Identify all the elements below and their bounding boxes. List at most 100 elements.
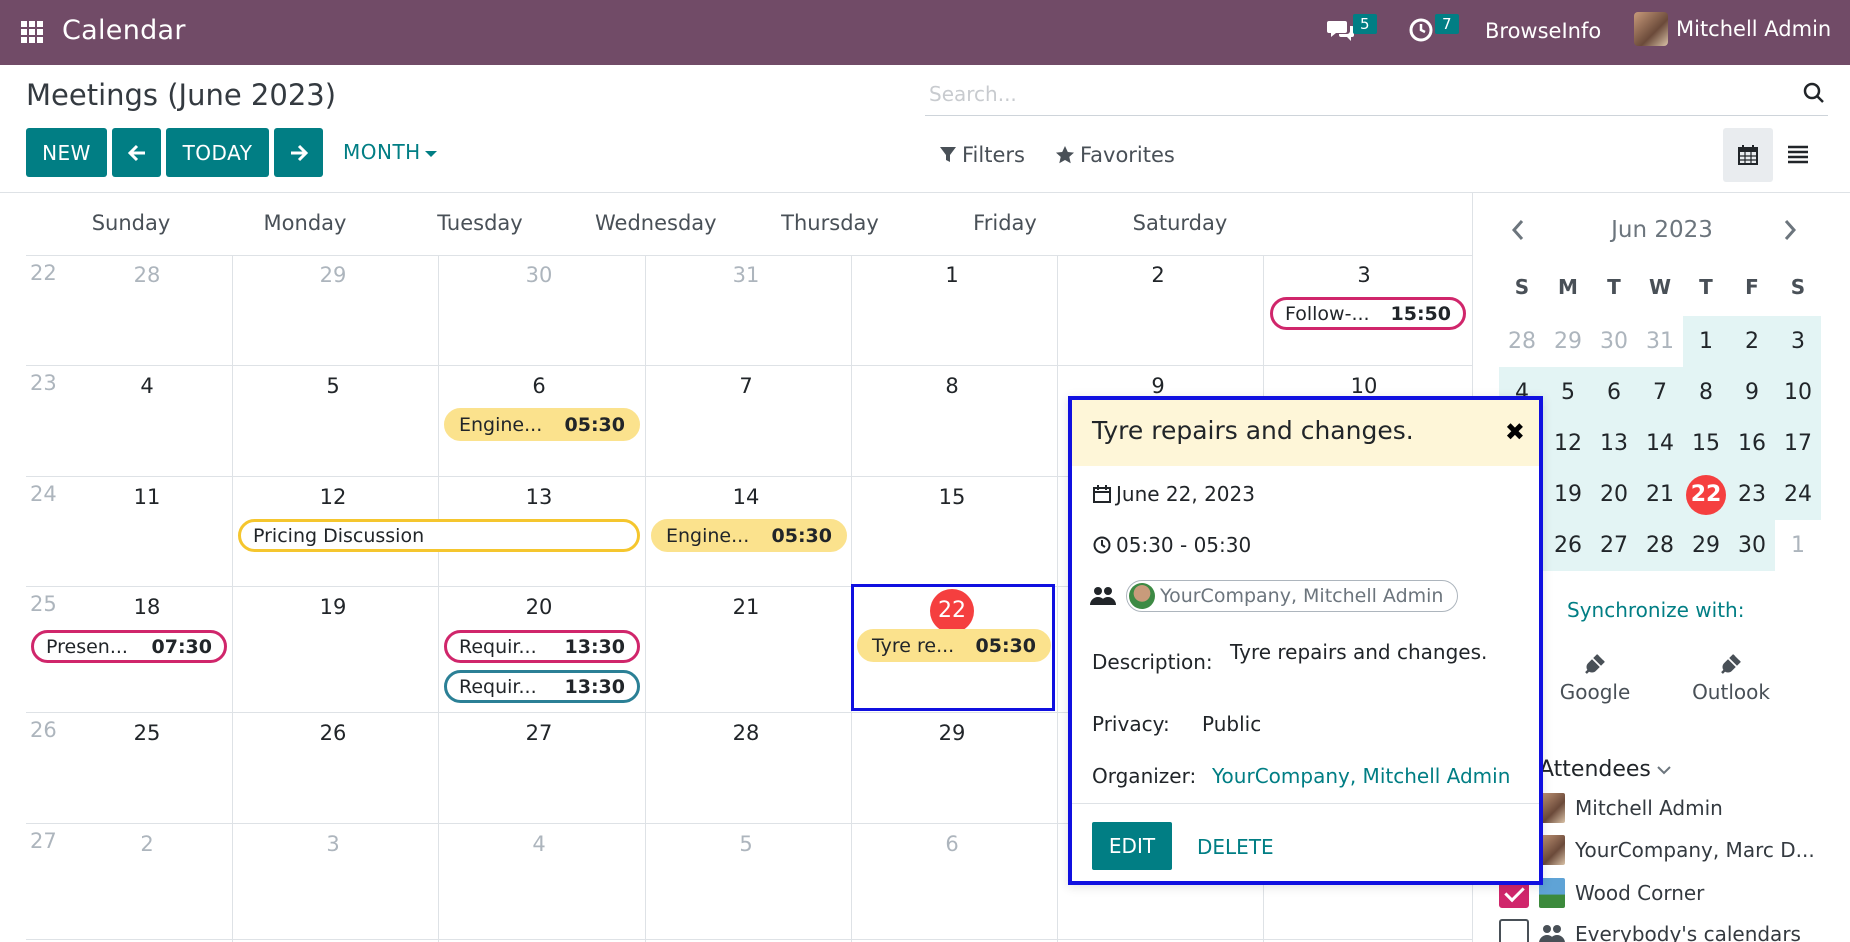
day-number[interactable]: 4 xyxy=(117,374,177,398)
mini-day[interactable]: 31 xyxy=(1637,316,1683,367)
day-number[interactable]: 27 xyxy=(509,721,569,745)
day-number[interactable]: 8 xyxy=(922,374,982,398)
day-number[interactable]: 11 xyxy=(117,485,177,509)
day-number[interactable]: 10 xyxy=(1334,374,1394,398)
day-number[interactable]: 6 xyxy=(922,832,982,856)
mini-day[interactable]: 30 xyxy=(1591,316,1637,367)
sync-google-button[interactable]: Google xyxy=(1555,653,1635,704)
day-number[interactable]: 28 xyxy=(716,721,776,745)
attendee-checkbox[interactable] xyxy=(1499,919,1529,942)
attendees-filter-header[interactable]: Attendees xyxy=(1539,757,1671,782)
calendar-event[interactable]: Engine... 05:30 xyxy=(651,519,847,552)
calendar-event[interactable]: Requir... 13:30 xyxy=(444,630,640,663)
day-number[interactable]: 13 xyxy=(509,485,569,509)
new-button[interactable]: NEW xyxy=(26,128,107,177)
chevron-right-icon[interactable] xyxy=(1783,219,1797,241)
day-number[interactable]: 26 xyxy=(303,721,363,745)
previous-button[interactable] xyxy=(112,128,161,177)
day-number[interactable]: 1 xyxy=(922,263,982,287)
search-icon[interactable] xyxy=(1802,81,1826,105)
calendar-event[interactable]: Engine... 05:30 xyxy=(444,408,640,441)
close-icon[interactable]: ✖ xyxy=(1505,418,1525,446)
mini-day[interactable]: 8 xyxy=(1683,367,1729,418)
mini-day[interactable]: 17 xyxy=(1775,418,1821,469)
list-view-button[interactable] xyxy=(1773,128,1823,182)
mini-day[interactable]: 10 xyxy=(1775,367,1821,418)
mini-day[interactable]: 20 xyxy=(1591,469,1637,520)
organizer-link[interactable]: YourCompany, Mitchell Admin xyxy=(1212,764,1510,788)
delete-button[interactable]: DELETE xyxy=(1197,835,1274,859)
day-number[interactable]: 4 xyxy=(509,832,569,856)
mini-day[interactable]: 24 xyxy=(1775,469,1821,520)
today-button[interactable]: TODAY xyxy=(166,128,269,177)
calendar-event[interactable]: Pricing Discussion xyxy=(238,519,640,552)
mini-day[interactable]: 6 xyxy=(1591,367,1637,418)
day-number[interactable]: 12 xyxy=(303,485,363,509)
day-number[interactable]: 7 xyxy=(716,374,776,398)
mini-day[interactable]: 1 xyxy=(1775,520,1821,571)
mini-day[interactable]: 21 xyxy=(1637,469,1683,520)
mini-day[interactable]: 29 xyxy=(1683,520,1729,571)
attendee-filter-item[interactable]: YourCompany, Marc D... xyxy=(1499,835,1815,865)
next-button[interactable] xyxy=(274,128,323,177)
messaging-menu[interactable]: 5 xyxy=(1327,14,1377,46)
mini-day[interactable]: 13 xyxy=(1591,418,1637,469)
day-number[interactable]: 31 xyxy=(716,263,776,287)
mini-day[interactable]: 5 xyxy=(1545,367,1591,418)
mini-day[interactable]: 28 xyxy=(1499,316,1545,367)
calendar-view-button[interactable] xyxy=(1723,128,1773,182)
attendee-filter-item[interactable]: Everybody's calendars xyxy=(1499,919,1801,942)
calendar-event[interactable]: Follow-... 15:50 xyxy=(1270,297,1466,330)
day-number[interactable]: 2 xyxy=(117,832,177,856)
mini-day[interactable]: 19 xyxy=(1545,469,1591,520)
edit-button[interactable]: EDIT xyxy=(1092,822,1172,870)
mini-day[interactable]: 9 xyxy=(1729,367,1775,418)
mini-day[interactable]: 15 xyxy=(1683,418,1729,469)
mini-day[interactable]: 30 xyxy=(1729,520,1775,571)
chevron-left-icon[interactable] xyxy=(1511,219,1525,241)
day-number[interactable]: 19 xyxy=(303,595,363,619)
activities-menu[interactable]: 7 xyxy=(1409,14,1459,46)
attendee-chip[interactable]: YourCompany, Mitchell Admin xyxy=(1126,580,1459,612)
app-title[interactable]: Calendar xyxy=(62,15,186,46)
day-number[interactable]: 14 xyxy=(716,485,776,509)
apps-menu-icon[interactable] xyxy=(21,21,43,43)
mini-day-today[interactable]: 22 xyxy=(1683,469,1729,520)
day-number[interactable]: 20 xyxy=(509,595,569,619)
favorites-dropdown[interactable]: Favorites xyxy=(1055,143,1175,167)
day-number[interactable]: 3 xyxy=(1334,263,1394,287)
day-number[interactable]: 21 xyxy=(716,595,776,619)
mini-day[interactable]: 3 xyxy=(1775,316,1821,367)
day-number[interactable]: 9 xyxy=(1128,374,1188,398)
mini-day[interactable]: 2 xyxy=(1729,316,1775,367)
day-number[interactable]: 29 xyxy=(922,721,982,745)
calendar-event-selected[interactable]: Tyre re... 05:30 xyxy=(857,629,1051,662)
day-number[interactable]: 5 xyxy=(303,374,363,398)
mini-day[interactable]: 7 xyxy=(1637,367,1683,418)
day-number[interactable]: 28 xyxy=(117,263,177,287)
mini-day[interactable]: 28 xyxy=(1637,520,1683,571)
day-number[interactable]: 25 xyxy=(117,721,177,745)
day-number[interactable]: 3 xyxy=(303,832,363,856)
filters-dropdown[interactable]: Filters xyxy=(939,143,1025,167)
day-number[interactable]: 2 xyxy=(1128,263,1188,287)
mini-day[interactable]: 29 xyxy=(1545,316,1591,367)
mini-day[interactable]: 16 xyxy=(1729,418,1775,469)
mini-day[interactable]: 1 xyxy=(1683,316,1729,367)
sync-outlook-button[interactable]: Outlook xyxy=(1681,653,1781,704)
day-number[interactable]: 6 xyxy=(509,374,569,398)
day-number[interactable]: 5 xyxy=(716,832,776,856)
day-number[interactable]: 15 xyxy=(922,485,982,509)
search-input[interactable] xyxy=(929,79,1789,109)
company-switcher[interactable]: BrowseInfo xyxy=(1485,19,1601,43)
scale-dropdown[interactable]: MONTH xyxy=(343,140,437,164)
calendar-event[interactable]: Presen... 07:30 xyxy=(31,630,227,663)
mini-day[interactable]: 14 xyxy=(1637,418,1683,469)
mini-day[interactable]: 23 xyxy=(1729,469,1775,520)
day-number[interactable]: 29 xyxy=(303,263,363,287)
mini-day[interactable]: 26 xyxy=(1545,520,1591,571)
calendar-event[interactable]: Requir... 13:30 xyxy=(444,670,640,703)
mini-day[interactable]: 12 xyxy=(1545,418,1591,469)
user-menu[interactable]: Mitchell Admin xyxy=(1634,12,1831,46)
day-number[interactable]: 30 xyxy=(509,263,569,287)
